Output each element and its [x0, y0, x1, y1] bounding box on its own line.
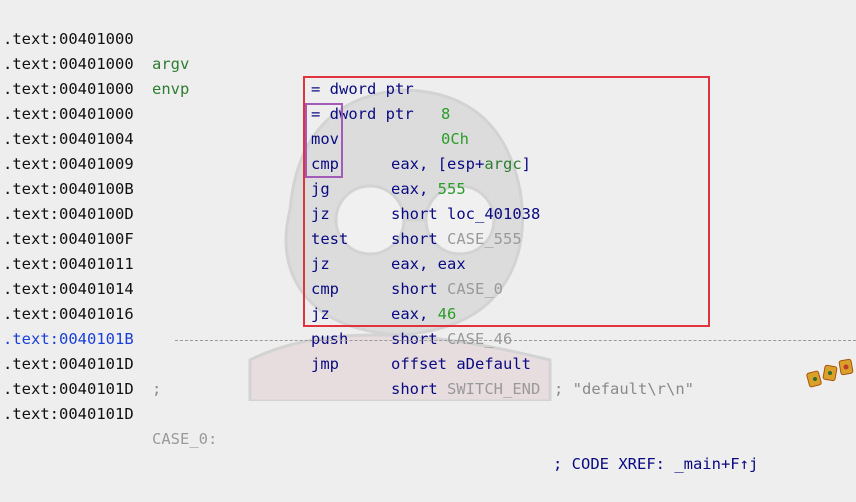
- code-xref[interactable]: ; CODE XREF: _main+F↑j: [553, 452, 758, 477]
- listing-line[interactable]: .text:0040101D CASE_0: ; CODE XREF: _mai…: [0, 377, 856, 473]
- listing-line[interactable]: .text:00401000 envp = dword ptr 0Ch: [0, 27, 856, 148]
- listing-line[interactable]: .text:00401000: [0, 52, 856, 98]
- function-separator: [175, 340, 856, 341]
- jump-highlight-box: [305, 103, 343, 178]
- highlight-box: [303, 76, 710, 327]
- address: .text:0040101D: [3, 405, 134, 423]
- code-label[interactable]: CASE_0:: [152, 427, 217, 452]
- decorative-stamp-icon: [806, 358, 854, 388]
- listing-line[interactable]: .text:00401000 argv = dword ptr 8: [0, 2, 856, 123]
- listing-line[interactable]: .text:0040101D: [0, 352, 856, 398]
- disassembly-view[interactable]: .text:00401000 argv = dword ptr 8 .text:…: [0, 0, 856, 473]
